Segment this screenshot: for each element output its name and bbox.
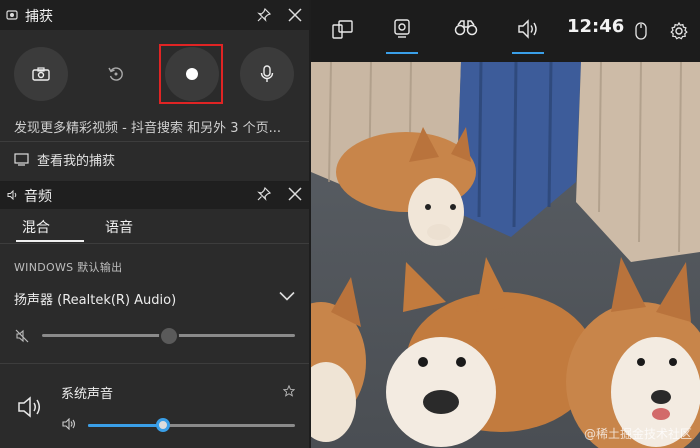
divider: [0, 243, 309, 244]
app-name-label: 系统声音: [61, 387, 114, 402]
capture-widget: 捕获 发现更多精彩视频 - 抖音搜索 和另外 3 个页... 查看我的捕获: [0, 0, 309, 181]
speaker-muted-icon[interactable]: [15, 329, 29, 343]
pin-icon[interactable]: [257, 187, 271, 201]
app-speaker-icon: [17, 395, 43, 419]
speaker-small-icon: [7, 190, 19, 200]
audio-title: 音频: [24, 189, 52, 205]
background-video: @稀土掘金技术社区: [311, 62, 700, 448]
pin-icon[interactable]: [257, 8, 271, 22]
tab-voice[interactable]: 语音: [105, 217, 133, 237]
audio-widget: 音频 混合 语音 WINDOWS 默认输出 扬声器 (Realtek(R) Au…: [0, 182, 309, 448]
performance-icon[interactable]: [454, 19, 478, 37]
audio-icon[interactable]: [518, 19, 540, 39]
mouse-icon[interactable]: [635, 22, 647, 40]
record-last-button[interactable]: [89, 47, 143, 101]
view-captures-label: 查看我的捕获: [37, 154, 116, 169]
capture-widget-icon: [6, 9, 18, 21]
capture-title: 捕获: [25, 9, 53, 25]
close-icon[interactable]: [288, 187, 302, 201]
record-highlight-box: [159, 44, 223, 104]
app-volume-thumb[interactable]: [156, 418, 170, 432]
audio-titlebar[interactable]: 音频: [0, 182, 309, 209]
microphone-button[interactable]: [240, 47, 294, 101]
active-tab-indicator: [16, 240, 84, 242]
gallery-icon: [14, 153, 29, 166]
settings-icon[interactable]: [670, 22, 688, 40]
capture-icon[interactable]: [394, 19, 410, 39]
tab-mix[interactable]: 混合: [22, 217, 50, 237]
capture-active-indicator: [386, 52, 418, 54]
audio-active-indicator: [512, 52, 544, 54]
app-volume-fill: [88, 424, 163, 427]
divider: [0, 141, 309, 142]
corgi-photo: [311, 62, 700, 448]
output-device-select[interactable]: 扬声器 (Realtek(R) Audio): [14, 289, 176, 308]
capture-titlebar[interactable]: 捕获: [0, 0, 309, 30]
chevron-down-icon[interactable]: [279, 291, 295, 301]
widget-menu-icon[interactable]: [332, 19, 354, 39]
game-bar-top: 12:46: [311, 0, 700, 62]
divider: [0, 363, 309, 364]
speaker-small-icon[interactable]: [62, 418, 76, 430]
star-icon[interactable]: [283, 385, 295, 397]
screenshot-button[interactable]: [14, 47, 68, 101]
close-icon[interactable]: [288, 8, 302, 22]
output-section-label: WINDOWS 默认输出: [14, 261, 123, 274]
clock: 12:46: [567, 16, 625, 37]
master-volume-thumb[interactable]: [159, 326, 179, 346]
watermark: @稀土掘金技术社区: [583, 427, 692, 441]
capture-source-caption: 发现更多精彩视频 - 抖音搜索 和另外 3 个页...: [14, 121, 282, 136]
